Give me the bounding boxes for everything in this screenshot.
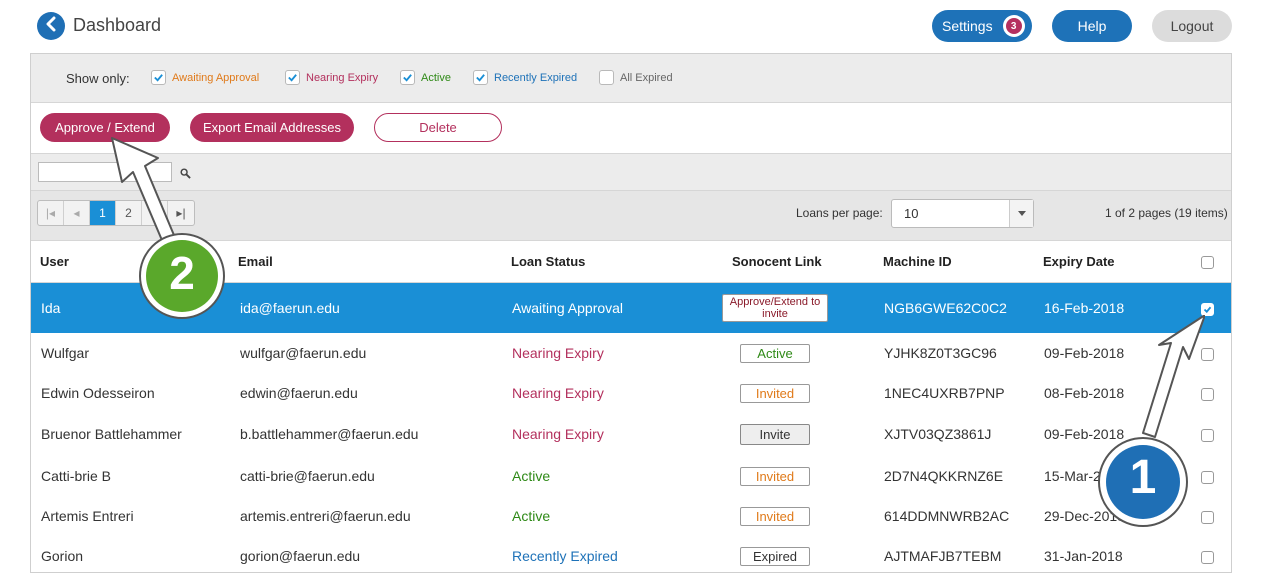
loans-per-page-label: Loans per page: (796, 206, 883, 220)
logout-button[interactable]: Logout (1152, 10, 1232, 42)
filter-label: Recently Expired (494, 71, 578, 84)
select-all-checkbox[interactable] (1201, 256, 1214, 269)
filter-label: Active (421, 71, 451, 84)
invite-button[interactable]: Invite (740, 424, 810, 445)
first-page-icon: |◂ (45, 206, 56, 220)
column-header-expiry-date[interactable]: Expiry Date (1043, 254, 1115, 269)
filter-label: Awaiting Approval (172, 71, 260, 84)
chevron-left-icon (44, 16, 58, 37)
cell-expiry: 15-Mar-2 (1044, 468, 1101, 484)
back-button[interactable] (37, 12, 65, 40)
page-title: Dashboard (73, 15, 162, 35)
cell-expiry: 31-Jan-2018 (1044, 548, 1123, 564)
column-header-machine-id[interactable]: Machine ID (883, 254, 952, 269)
approve-extend-link[interactable]: Approve/Extend to invite (722, 294, 828, 322)
cell-machine-id: NGB6GWE62C0C2 (884, 300, 1007, 316)
delete-button[interactable]: Delete (374, 113, 502, 142)
cell-email: catti-brie@faerun.edu (240, 468, 375, 484)
cell-status: Nearing Expiry (512, 345, 604, 361)
checkbox[interactable] (285, 70, 300, 85)
column-header-sonocent-link[interactable]: Sonocent Link (732, 254, 822, 269)
cell-expiry: 16-Feb-2018 (1044, 300, 1125, 316)
notification-badge: 3 (1002, 15, 1025, 37)
filter-label: Nearing Expiry (306, 71, 379, 84)
check-icon (154, 74, 163, 82)
cell-user: Wulfgar (41, 345, 89, 361)
first-page-button[interactable]: |◂ (38, 201, 64, 225)
filter-nearing-expiry[interactable]: Nearing Expiry (285, 70, 378, 85)
prev-page-button[interactable]: ◂ (64, 201, 90, 225)
chevron-down-icon[interactable] (1009, 200, 1033, 227)
cell-status: Awaiting Approval (512, 300, 624, 316)
cell-email: edwin@faerun.edu (240, 385, 358, 401)
cell-machine-id: YJHK8Z0T3GC96 (884, 345, 997, 361)
column-header-email[interactable]: Email (238, 254, 273, 269)
checkbox[interactable] (599, 70, 614, 85)
loans-per-page-value: 10 (904, 206, 919, 221)
callout-1-number: 1 (1129, 451, 1157, 504)
filter-recently-expired[interactable]: Recently Expired (473, 70, 577, 85)
cell-email: artemis.entreri@faerun.edu (240, 508, 411, 524)
checkbox[interactable] (151, 70, 166, 85)
cell-machine-id: 614DDMNWRB2AC (884, 508, 1010, 524)
filter-label: All Expired (620, 71, 673, 84)
notification-count: 3 (1005, 18, 1022, 34)
check-icon (476, 74, 485, 82)
checkbox[interactable] (400, 70, 415, 85)
filter-all-expired[interactable]: All Expired (599, 70, 673, 85)
cell-status: Active (512, 508, 551, 524)
row-checkbox[interactable] (1201, 551, 1214, 564)
prev-page-icon: ◂ (73, 206, 80, 220)
settings-label: Settings (942, 18, 993, 34)
callout-2-number: 2 (169, 247, 195, 299)
cell-email: b.battlehammer@faerun.edu (240, 426, 419, 442)
cell-user: Artemis Entreri (41, 508, 134, 524)
cell-user: Bruenor Battlehammer (41, 426, 182, 442)
filter-awaiting-approval[interactable]: Awaiting Approval (151, 70, 259, 85)
cell-email: wulfgar@faerun.edu (240, 345, 367, 361)
cell-user: Edwin Odesseiron (41, 385, 155, 401)
link-status-chip[interactable]: Expired (740, 547, 810, 566)
link-status-chip[interactable]: Invited (740, 507, 810, 526)
link-status-chip[interactable]: Active (740, 344, 810, 363)
link-status-chip[interactable]: Invited (740, 467, 810, 486)
check-icon (1203, 306, 1212, 314)
filter-active[interactable]: Active (400, 70, 451, 85)
cell-status: Recently Expired (512, 548, 618, 564)
cell-user: Catti-brie B (41, 468, 112, 484)
check-icon (288, 74, 297, 82)
page-info: 1 of 2 pages (19 items) (1105, 206, 1228, 220)
link-status-chip[interactable]: Invited (740, 384, 810, 403)
check-icon (403, 74, 412, 82)
cell-status: Active (512, 468, 551, 484)
cell-user: Gorion (41, 548, 84, 564)
cell-machine-id: AJTMAFJB7TEBM (884, 548, 1002, 564)
checkbox[interactable] (473, 70, 488, 85)
cell-machine-id: 1NEC4UXRB7PNP (884, 385, 1005, 401)
cell-email: gorion@faerun.edu (240, 548, 361, 564)
show-only-label: Show only: (66, 71, 130, 86)
settings-button[interactable]: Settings 3 (932, 10, 1032, 42)
column-header-loan-status[interactable]: Loan Status (511, 254, 585, 269)
cell-user: Ida (41, 300, 61, 316)
cell-status: Nearing Expiry (512, 426, 604, 442)
column-header-user[interactable]: User (40, 254, 69, 269)
cell-machine-id: XJTV03QZ3861J (884, 426, 992, 442)
cell-machine-id: 2D7N4QKKRNZ6E (884, 468, 1004, 484)
loans-per-page-select[interactable]: 10 (891, 199, 1034, 228)
cell-email: ida@faerun.edu (240, 300, 340, 316)
cell-status: Nearing Expiry (512, 385, 604, 401)
help-button[interactable]: Help (1052, 10, 1132, 42)
